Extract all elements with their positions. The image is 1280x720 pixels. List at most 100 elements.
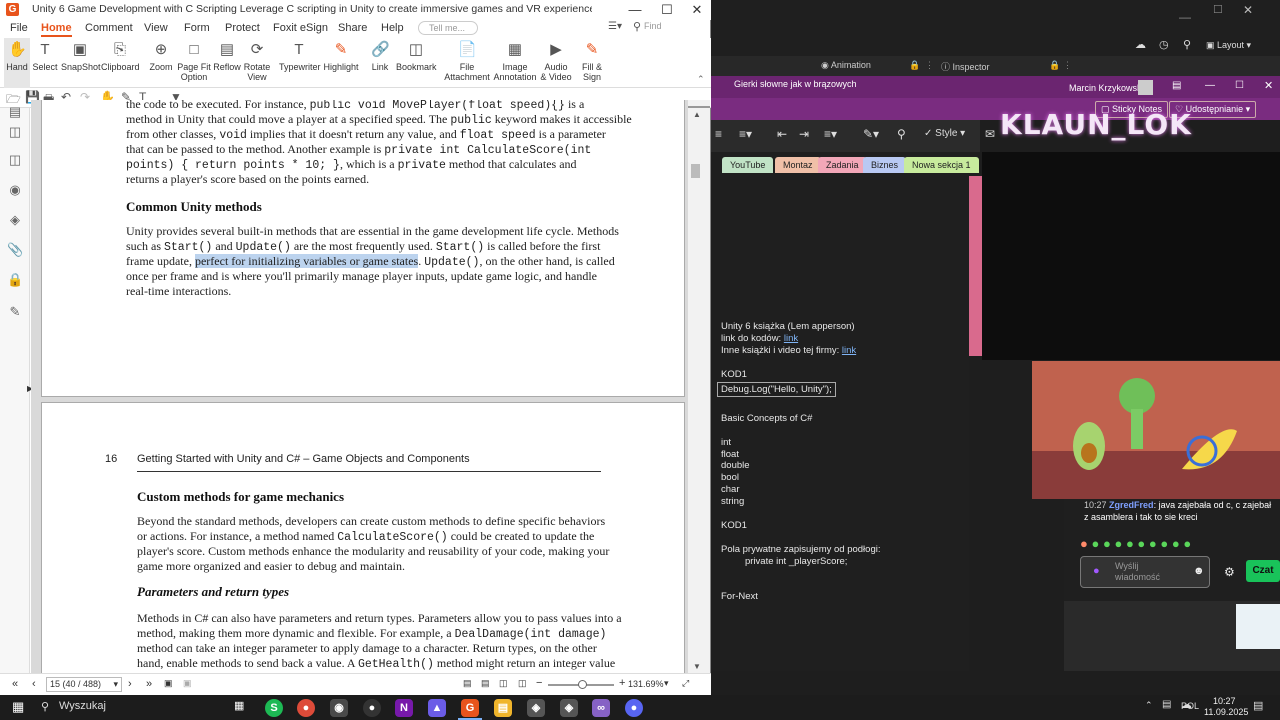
security-panel-icon[interactable]: 🔒 xyxy=(7,272,23,288)
zoom-in-icon[interactable]: + xyxy=(619,677,625,689)
onenote-icon[interactable]: N xyxy=(395,699,413,717)
indent-icon[interactable]: ⇥ xyxy=(799,127,809,141)
chat-input[interactable]: ● Wyślij wiadomość ☻ xyxy=(1080,556,1210,588)
menu-home[interactable]: Home xyxy=(41,22,72,37)
search-icon[interactable]: ⚲ xyxy=(41,700,49,713)
rotate-view-button[interactable]: ⟳ Rotate View xyxy=(243,38,271,88)
copy-page-icon[interactable]: ▣ xyxy=(164,678,173,689)
layout-dropdown[interactable]: ▣ Layout ▾ xyxy=(1206,40,1251,51)
section-tab-youtube[interactable]: YouTube xyxy=(722,157,774,173)
pages-panel-icon[interactable]: ◫ xyxy=(7,152,23,168)
scroll-thumb[interactable] xyxy=(691,164,700,178)
section-tab-montaz[interactable]: Montaz xyxy=(775,157,821,173)
scroll-down-icon[interactable]: ▼ xyxy=(693,662,701,671)
minimize-icon[interactable]: — xyxy=(1205,80,1215,91)
continuous-icon[interactable]: ▤ xyxy=(481,678,490,689)
maximize-icon[interactable]: ☐ xyxy=(1213,3,1223,16)
app-icon[interactable]: ◉ xyxy=(330,699,348,717)
continuous-facing-icon[interactable]: ◫ xyxy=(518,678,527,689)
cloud-icon[interactable]: ☁ xyxy=(1135,38,1146,51)
maximize-icon[interactable]: ☐ xyxy=(1235,80,1244,91)
history-icon[interactable]: ◷ xyxy=(1159,38,1169,51)
notification-icon[interactable]: ▤ xyxy=(1253,699,1263,712)
foxit-icon[interactable]: G xyxy=(461,699,479,717)
windows-start-icon[interactable]: ▦ xyxy=(12,699,24,715)
minimize-icon[interactable]: — xyxy=(1179,10,1191,24)
layout-icon[interactable]: ☰▾ xyxy=(608,21,622,32)
align-icon[interactable]: ≡▾ xyxy=(824,127,837,141)
ribbon-display-icon[interactable]: ▤ xyxy=(1172,80,1181,91)
minimize-icon[interactable]: — xyxy=(620,0,650,20)
menu-icon[interactable]: ⋮ xyxy=(925,60,934,71)
clock-time[interactable]: 10:27 xyxy=(1213,696,1236,706)
language-indicator[interactable]: POL xyxy=(1181,701,1199,711)
mail-icon[interactable]: ✉ xyxy=(985,127,995,141)
split-handle[interactable] xyxy=(688,106,710,108)
menu-view[interactable]: View xyxy=(144,22,168,34)
zoom-out-icon[interactable]: − xyxy=(536,677,542,689)
scroll-up-icon[interactable]: ▲ xyxy=(693,110,701,119)
menu-icon[interactable]: ⋮ xyxy=(1063,60,1072,71)
visual-studio-icon[interactable]: ∞ xyxy=(592,699,610,717)
document-area[interactable]: the code to be executed. For instance, p… xyxy=(31,100,688,673)
menu-foxit-esign[interactable]: Foxit eSign xyxy=(273,22,328,34)
gear-icon[interactable]: ⚙ xyxy=(1224,565,1235,579)
note-link[interactable]: link xyxy=(842,345,856,356)
menu-form[interactable]: Form xyxy=(184,22,210,34)
note-link[interactable]: link xyxy=(784,333,798,344)
menu-protect[interactable]: Protect xyxy=(225,22,260,34)
chrome-icon[interactable]: ● xyxy=(297,699,315,717)
menu-file[interactable]: File xyxy=(10,22,28,34)
tell-me-search[interactable]: Tell me... xyxy=(418,21,478,35)
fullscreen-icon[interactable]: ⤢ xyxy=(682,678,689,689)
layers-panel-icon[interactable]: ◈ xyxy=(7,212,23,228)
vertical-scrollbar[interactable]: ▲ ▼ xyxy=(688,100,710,673)
last-page-icon[interactable]: » xyxy=(146,678,152,690)
maximize-icon[interactable]: ☐ xyxy=(652,0,682,20)
fit-page-icon[interactable]: ▣ xyxy=(183,678,192,689)
note-page[interactable]: Unity 6 książka (Lem apperson) link do k… xyxy=(711,176,969,671)
spotify-icon[interactable]: S xyxy=(265,699,283,717)
zoom-button[interactable]: ⊕ Zoom xyxy=(147,38,175,88)
collapse-ribbon-icon[interactable]: ⌃ xyxy=(697,74,705,85)
obs-icon[interactable]: ● xyxy=(363,699,381,717)
section-tab-nowa-sekcja[interactable]: Nowa sekcja 1 xyxy=(904,157,979,173)
file-attachment-button[interactable]: 📄 File Attachment xyxy=(443,38,491,88)
clipboard-button[interactable]: ⎘ Clipboard xyxy=(101,38,140,88)
menu-help[interactable]: Help xyxy=(381,22,404,34)
menu-share[interactable]: Share xyxy=(338,22,367,34)
image-annotation-button[interactable]: ▦ Image Annotation xyxy=(493,38,537,88)
section-tab-biznes[interactable]: Biznes xyxy=(863,157,907,173)
page-number-input[interactable]: 15 (40 / 488) ▾ xyxy=(46,677,122,692)
zoom-slider-thumb[interactable] xyxy=(578,680,587,689)
chat-send-button[interactable]: Czat xyxy=(1246,560,1280,582)
first-page-icon[interactable]: « xyxy=(12,678,18,690)
outdent-icon[interactable]: ⇤ xyxy=(777,127,787,141)
app-icon[interactable]: ▲ xyxy=(428,699,446,717)
fill-sign-button[interactable]: ✎ Fill & Sign xyxy=(578,38,606,88)
typewriter-button[interactable]: T Typewriter xyxy=(279,38,321,88)
section-tab-zadania[interactable]: Zadania xyxy=(818,157,867,173)
reflow-button[interactable]: ▤ Reflow xyxy=(213,38,241,88)
snapshot-button[interactable]: ▣ SnapShot xyxy=(61,38,101,88)
facing-icon[interactable]: ◫ xyxy=(499,678,508,689)
comments-panel-icon[interactable]: ◉ xyxy=(7,182,23,198)
taskbar-search[interactable]: Wyszukaj xyxy=(59,700,106,712)
hand-tool-button[interactable]: ✋ Hand xyxy=(4,38,30,88)
avatar[interactable] xyxy=(1138,80,1153,95)
tab-inspector[interactable]: ⓘ Inspector xyxy=(941,60,990,73)
find-icon[interactable]: ⚲ xyxy=(897,127,906,141)
discord-icon[interactable]: ● xyxy=(625,699,643,717)
signature-panel-icon[interactable]: ✎ xyxy=(7,304,23,320)
next-page-icon[interactable]: › xyxy=(128,678,132,690)
link-button[interactable]: 🔗 Link xyxy=(368,38,392,88)
format-painter-icon[interactable]: ✎▾ xyxy=(863,127,879,141)
search-icon[interactable]: ⚲ xyxy=(633,20,641,33)
lock-icon[interactable]: 🔒 xyxy=(909,60,920,71)
prev-page-icon[interactable]: ‹ xyxy=(32,678,36,690)
microphone-icon[interactable]: ● xyxy=(1093,565,1100,577)
bookmarks-panel-icon[interactable]: ◫ xyxy=(7,124,23,140)
selected-text[interactable]: perfect for initializing variables or ga… xyxy=(194,254,419,268)
emoji-icon[interactable]: ☻ xyxy=(1193,565,1205,577)
close-icon[interactable]: ✕ xyxy=(1243,3,1253,17)
